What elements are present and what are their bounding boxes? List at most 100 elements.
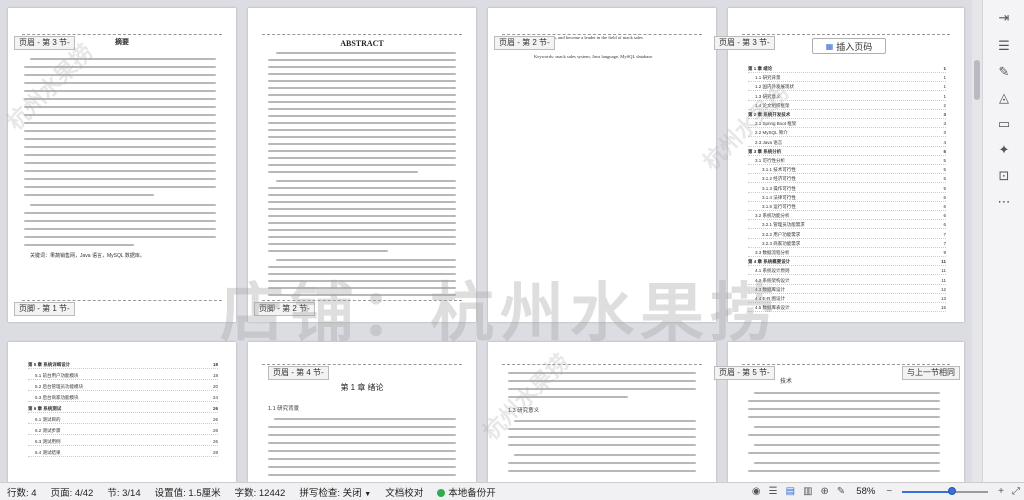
toc-entry[interactable]: 2.1 Spring Boot 框架 3 [748,121,946,129]
toc-entry[interactable]: 6.2 测试步骤 26 [28,428,218,435]
row-count[interactable]: 行数: 4 [0,485,44,499]
keywords-line: 关键词：果蔬销售网，Java 语言，MySQL 数据库。 [30,253,145,259]
toc-entry-page: 3 [943,121,946,127]
toc-entry[interactable]: 3.2.2 用户功能需求 7 [748,232,946,239]
shapes-icon[interactable]: ◬ [994,88,1014,108]
toc-entry-text: 4.5 数据库表设计 [755,305,790,311]
toc-entry[interactable]: 2.3 Java 语言 4 [748,140,946,147]
toc-entry[interactable]: 第 4 章 系统概要设计 11 [748,259,946,267]
toc-entry[interactable]: 4.5 数据库表设计 15 [748,305,946,313]
toc-entry[interactable]: 3.1.5 运行可行性 6 [748,204,946,211]
zoom-slider[interactable] [902,486,989,497]
toc-entry-page: 5 [943,158,946,163]
toc-entry-text: 2.1 Spring Boot 框架 [755,121,797,127]
toc-entry-text: 3.1 可行性分析 [755,158,786,163]
more-icon[interactable]: ⋯ [994,192,1014,212]
page-table-of-contents-continued: 第 5 章 系统详细设计 18 5.1 前台用户功能模块 18 5.2 后台管理员功能模… [8,342,236,482]
pen-icon[interactable]: ✎ [994,62,1014,82]
toc-entry[interactable]: 1.2 国内外发展现状 1 [748,84,946,92]
toc-entry[interactable]: 5.3 后台商家功能模块 24 [28,395,218,402]
zoom-in-icon[interactable]: + [994,486,1008,497]
toc-entry-page: 26 [212,428,218,433]
setting-value[interactable]: 设置值: 1.5厘米 [148,485,228,499]
toc-entry[interactable]: 3.2 系统功能分析 6 [748,213,946,221]
section-indicator[interactable]: 节: 3/14 [100,485,147,499]
toc-entry-text: 4.3 数据库设计 [755,286,786,292]
section-heading: 1.1 研究背景 [268,406,300,412]
toc-entry-page: 26 [212,439,218,444]
chapter-title-fragment: 技术 [780,379,793,385]
toc-entry-text: 1.3 研究意义 [755,93,781,99]
zoom-level[interactable]: 58% [849,486,882,497]
fullscreen-icon[interactable]: ⤢ [1008,486,1024,497]
footer-section-tag[interactable]: 页脚 - 第 1 节- [14,302,75,316]
page-table-of-contents: 页眉 - 第 3 节- 第 1 章 绪论 1 1.1 研究背景 1 1.2 国内外发展现… [714,8,964,322]
toc-entry[interactable]: 4.1 系统设计原则 11 [748,268,946,276]
proofread-button[interactable]: 文档校对 [378,485,430,499]
eye-icon[interactable]: ◉ [748,486,765,497]
web-view-icon[interactable]: ⊕ [817,486,833,497]
local-backup-status[interactable]: 本地备份开 [430,485,503,499]
page-indicator[interactable]: 页面: 4/42 [44,485,101,499]
toc-entry[interactable]: 第 3 章 系统分析 5 [748,149,946,156]
toc-entry-text: 2.3 Java 语言 [755,139,783,145]
toc-entry[interactable]: 3.2.1 管理员功能需求 6 [748,222,946,230]
same-as-previous-tag[interactable]: 与上一节相同 [902,366,960,380]
vertical-scrollbar[interactable] [972,0,982,482]
toc-entry-text: 1.4 论文组织框架 [755,102,790,108]
outline-view-icon[interactable]: ☰ [765,486,782,497]
zoom-out-icon[interactable]: − [882,486,896,497]
toolbox-icon[interactable]: ⊡ [994,166,1014,186]
toc-entry[interactable]: 第 2 章 系统开发技术 3 [748,112,946,119]
footer-section-tag[interactable]: 页脚 - 第 2 节- [254,302,315,316]
spellcheck-toggle[interactable]: 拼写检查: 关闭 ▼ [292,485,378,499]
toc-entry-page: 13 [940,296,946,301]
scrollbar-thumb[interactable] [974,60,980,100]
right-sidebar: ⇥ ☰ ✎ ◬ ▭ ✦ ⊡ ⋯ [982,0,1024,482]
toc-entry[interactable]: 3.1.3 操作可行性 5 [748,186,946,193]
card-icon[interactable]: ▭ [994,114,1014,134]
toc-entry-text: 6.3 测试用例 [35,439,61,444]
header-section-tag[interactable]: 页眉 - 第 3 节- [714,36,775,50]
toc-entry[interactable]: 5.1 前台用户功能模块 18 [28,373,218,380]
toc-entry-page: 5 [943,167,946,173]
toc-entry-page: 2 [943,102,946,108]
toc-entry[interactable]: 3.2.3 商家功能需求 7 [748,241,946,248]
toc-entry[interactable]: 第 6 章 系统测试 26 [28,406,218,413]
collapse-panel-icon[interactable]: ⇥ [994,8,1014,28]
toc-entry[interactable]: 3.3 数据流程分析 9 [748,250,946,257]
toc-entry[interactable]: 1.3 研究意义 1 [748,94,946,101]
page-view-icon[interactable]: ▤ [782,486,799,497]
toc-entry-text: 6.2 测试步骤 [35,428,61,433]
toc-entry[interactable]: 6.4 测试结果 28 [28,450,218,457]
hamburger-menu-icon[interactable]: ☰ [994,36,1014,56]
insert-page-number-button[interactable]: ▦ 插入页码 [812,38,886,54]
keywords-line: Keywords: snack sales system, Java langu… [534,54,654,59]
toc-entry[interactable]: 6.3 测试用例 26 [28,439,218,446]
write-view-icon[interactable]: ✎ [833,486,849,497]
toc-entry[interactable]: 4.2 系统架构设计 11 [748,278,946,285]
toc-entry[interactable]: 3.1.1 技术可行性 5 [748,167,946,175]
toc-entry[interactable]: 4.4 E-R 图设计 13 [748,296,946,303]
toc-entry[interactable]: 3.1.2 经济可行性 5 [748,176,946,184]
zoom-slider-thumb[interactable] [948,486,957,495]
toc-entry[interactable]: 2.2 MySQL 简介 3 [748,130,946,138]
toc-entry[interactable]: 第 5 章 系统详细设计 18 [28,362,218,369]
word-count[interactable]: 字数: 12442 [228,485,293,499]
read-view-icon[interactable]: ▥ [799,486,816,497]
toc-entry[interactable]: 4.3 数据库设计 12 [748,287,946,294]
toc-entry-page: 9 [943,250,946,255]
toc-entry[interactable]: 1.1 研究背景 1 [748,75,946,83]
document-canvas[interactable]: 页眉 - 第 3 节- 摘要 关键词：果蔬销售网，Java 语言，MySQL 数… [0,0,982,482]
header-section-tag[interactable]: 页眉 - 第 5 节- [714,366,775,380]
toc-entry-text: 6.4 测试结果 [35,450,61,455]
toc-entry[interactable]: 第 1 章 绪论 1 [748,66,946,73]
toc-entry[interactable]: 3.1 可行性分析 5 [748,158,946,165]
toc-entry[interactable]: 3.1.4 法律可行性 6 [748,195,946,202]
toc-entry[interactable]: 1.4 论文组织框架 2 [748,103,946,110]
toc-entry[interactable]: 5.2 后台管理员功能模块 20 [28,384,218,391]
header-section-tag[interactable]: 页眉 - 第 2 节- [494,36,555,50]
toc-entry[interactable]: 6.1 测试目的 26 [28,417,218,424]
header-section-tag[interactable]: 页眉 - 第 4 节- [268,366,329,380]
magic-wand-icon[interactable]: ✦ [994,140,1014,160]
